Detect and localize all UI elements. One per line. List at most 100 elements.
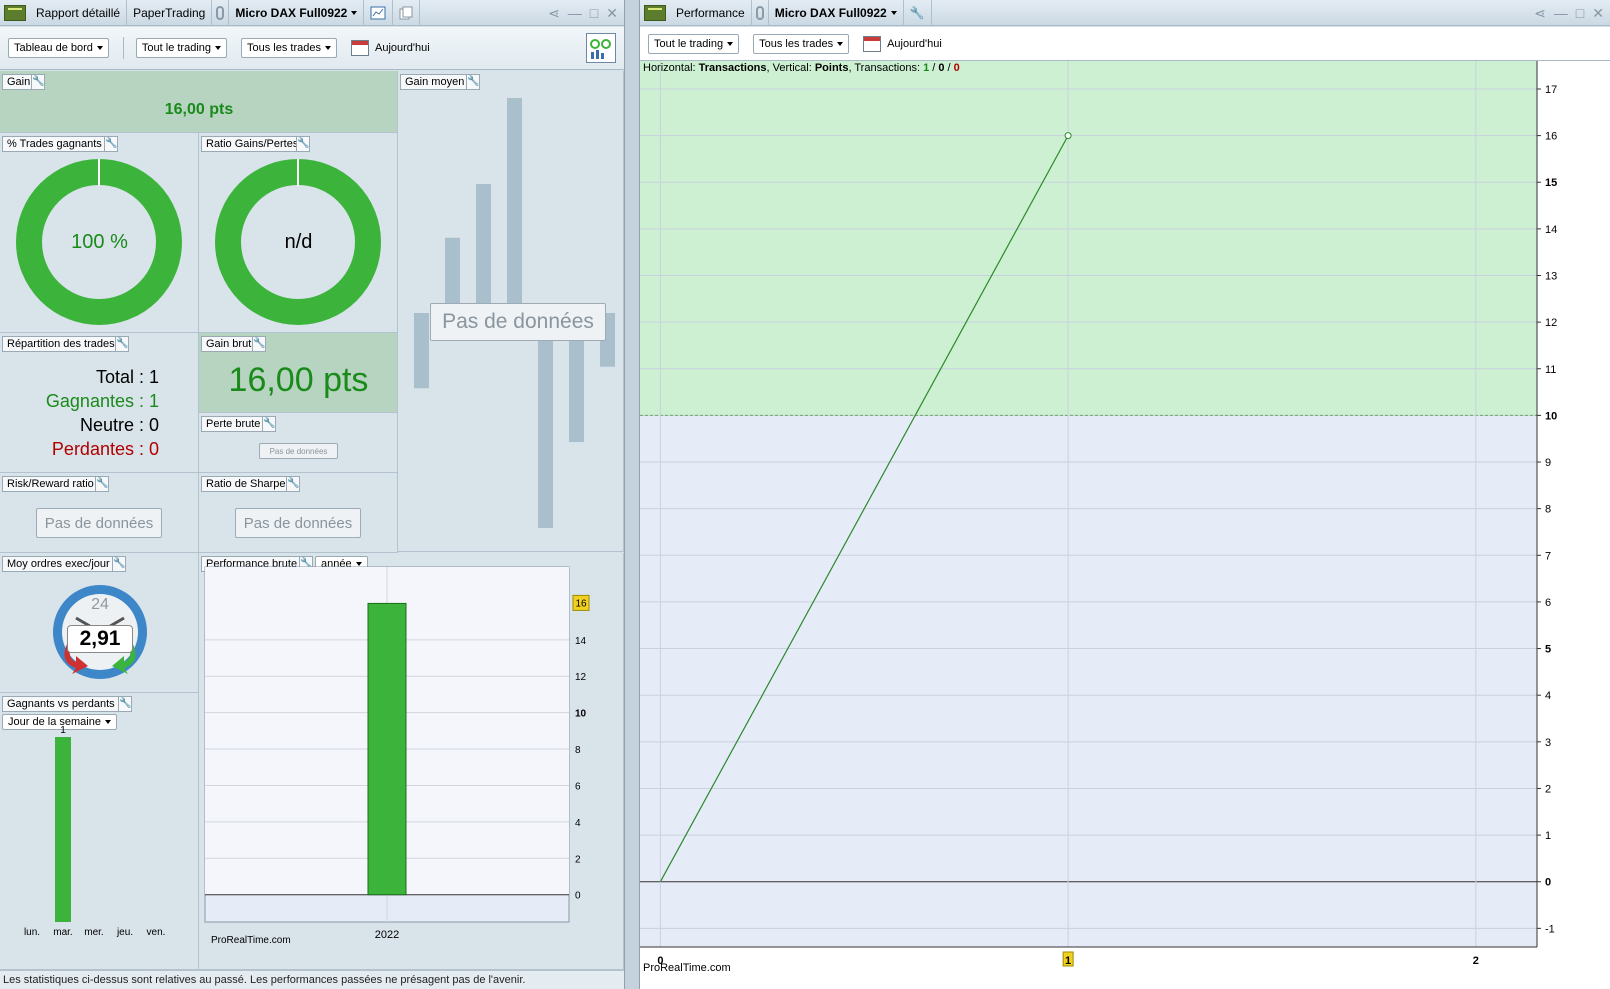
- repartition-panel: Répartition des trades 🔧 Total : 1 Gagna…: [0, 333, 199, 473]
- y-tick-label: 12: [575, 672, 587, 683]
- wrench-icon[interactable]: 🔧: [904, 0, 932, 26]
- data-point: [1064, 132, 1072, 140]
- wrench-icon[interactable]: 🔧: [95, 476, 109, 492]
- chevron-down-icon: [96, 46, 103, 50]
- performance-chart: -1012345678910111213141516170 1 2: [640, 61, 1557, 967]
- maximize-icon[interactable]: □: [1576, 5, 1584, 22]
- link-icon[interactable]: [212, 0, 230, 26]
- y-tick-label: 10: [575, 709, 587, 720]
- repartition-title: Répartition des trades: [2, 336, 120, 352]
- trades-dropdown[interactable]: Tous les trades: [241, 38, 337, 58]
- risk-reward-nodata: Pas de données: [36, 508, 162, 538]
- ratio-gp-panel: Ratio Gains/Pertes 🔧 n/d: [199, 133, 398, 333]
- wrench-icon[interactable]: 🔧: [31, 74, 45, 90]
- x-tick-label: 2: [1473, 955, 1479, 967]
- positive-zone: [640, 61, 1537, 416]
- sharpe-nodata: Pas de données: [235, 508, 361, 538]
- share-icon[interactable]: ⋖: [548, 5, 560, 22]
- performance-chart-area: -1 0 1 2 3 4 5 6 7 8 9 10 11 12 13 14 15 16 17 0 1 2 Horizont…: [640, 61, 1610, 989]
- status-bar: Les statistiques ci-dessus sont relative…: [0, 970, 624, 989]
- y-tick-label: 12: [1545, 317, 1557, 329]
- y-tick-label: 14: [1545, 224, 1557, 236]
- chevron-down-icon: [890, 10, 897, 15]
- dashboard-settings-icon[interactable]: [586, 33, 616, 63]
- y-tick-label: 7: [1545, 550, 1551, 562]
- y-tick-label: 11: [1545, 364, 1556, 376]
- sharpe-title: Ratio de Sharpe: [201, 476, 291, 492]
- wrench-icon[interactable]: 🔧: [286, 476, 300, 492]
- maximize-icon[interactable]: □: [590, 5, 598, 22]
- tab-performance[interactable]: Performance: [670, 0, 752, 26]
- trading-dropdown[interactable]: Tout le trading: [648, 33, 740, 54]
- right-toolbar: Tout le trading Tous les trades Aujourd'…: [640, 27, 1610, 61]
- tab-papertrading[interactable]: PaperTrading: [127, 0, 213, 26]
- y-tick-label: 0: [1545, 877, 1551, 889]
- chevron-down-icon: [351, 10, 358, 15]
- right-titlebar: Performance Micro DAX Full0922 🔧 ⋖ — □ ✕: [640, 0, 1610, 26]
- gain-brut-value: 16,00 pts: [228, 361, 369, 399]
- instrument-selector[interactable]: Micro DAX Full0922: [769, 0, 904, 26]
- instrument-selector[interactable]: Micro DAX Full0922: [229, 0, 365, 26]
- y-tick-label: 6: [575, 781, 581, 792]
- minimize-icon[interactable]: —: [1554, 5, 1568, 22]
- y-tick-label: 5: [1545, 644, 1551, 656]
- left-window-controls: ⋖ — □ ✕: [548, 5, 618, 22]
- pct-trades-panel: % Trades gagnants 🔧 100 %: [0, 133, 199, 333]
- chart-icon[interactable]: [364, 0, 394, 26]
- perte-brute-nodata: Pas de données: [259, 443, 338, 459]
- date-label[interactable]: Aujourd'hui: [375, 42, 430, 54]
- x-tick-label: mer.: [84, 927, 103, 938]
- risk-reward-panel: Risk/Reward ratio 🔧 Pas de données: [0, 473, 199, 553]
- gain-moyen-bar: [445, 237, 460, 313]
- wrench-icon[interactable]: 🔧: [252, 336, 266, 352]
- ratio-gp-title: Ratio Gains/Pertes: [201, 136, 304, 152]
- demo-logo-icon: [4, 4, 26, 21]
- minimize-icon[interactable]: —: [568, 5, 582, 22]
- dashboard-dropdown[interactable]: Tableau de bord: [8, 38, 109, 58]
- y-tick-label: 4: [1545, 690, 1551, 702]
- x-tick-label: 1: [1065, 955, 1071, 967]
- y-tick-label: 0: [575, 891, 581, 902]
- pct-trades-title: % Trades gagnants: [2, 136, 107, 152]
- perf-brute-watermark: ProRealTime.com: [211, 935, 291, 946]
- y-tick-label: 15: [1545, 177, 1557, 189]
- gain-panel: Gain 🔧 16,00 pts: [0, 71, 398, 133]
- close-icon[interactable]: ✕: [606, 5, 618, 22]
- gain-brut-panel: Gain brut 🔧 16,00 pts: [199, 333, 398, 413]
- wrench-icon[interactable]: 🔧: [104, 136, 118, 152]
- link-icon[interactable]: [752, 0, 769, 26]
- moy-ordres-value: 2,91: [67, 625, 133, 653]
- x-tick-label: ven.: [147, 927, 166, 938]
- copy-icon[interactable]: [393, 0, 421, 26]
- y-tick-label: 8: [1545, 504, 1551, 516]
- calendar-icon[interactable]: [351, 40, 369, 56]
- chevron-down-icon: [325, 46, 331, 50]
- perte-brute-panel: Perte brute 🔧 Pas de données: [199, 413, 398, 473]
- gain-brut-title: Gain brut: [201, 336, 257, 352]
- share-icon[interactable]: ⋖: [1534, 5, 1546, 22]
- bar: [55, 737, 71, 922]
- date-label[interactable]: Aujourd'hui: [887, 38, 942, 50]
- trading-dropdown[interactable]: Tout le trading: [135, 38, 228, 58]
- bar-label: 1: [60, 725, 66, 736]
- gain-moyen-bar: [414, 313, 429, 389]
- repartition-perdantes: Perdantes : 0: [51, 439, 159, 459]
- tab-rapport-detaille[interactable]: Rapport détaillé: [30, 0, 128, 26]
- y-tick-label: 13: [1545, 271, 1557, 283]
- wrench-icon[interactable]: 🔧: [296, 136, 310, 152]
- x-tick-label: mar.: [53, 927, 72, 938]
- wrench-icon[interactable]: 🔧: [262, 416, 276, 432]
- wrench-icon[interactable]: 🔧: [115, 336, 129, 352]
- right-window-controls: ⋖ — □ ✕: [1534, 5, 1604, 22]
- calendar-icon[interactable]: [863, 35, 882, 52]
- wrench-icon[interactable]: 🔧: [112, 556, 126, 572]
- perf-watermark: ProRealTime.com: [643, 962, 731, 974]
- moy-ordres-title: Moy ordres exec/jour: [2, 556, 115, 572]
- perf-brute-panel: Performance brute 🔧 année 0 2 4 6 8 10 12 14 202…: [199, 553, 624, 970]
- gain-moyen-bar: [507, 98, 522, 313]
- y-tick-label: 10: [1545, 410, 1557, 422]
- gain-moyen-bar: [538, 313, 553, 528]
- window-splitter[interactable]: [624, 0, 640, 989]
- close-icon[interactable]: ✕: [1592, 5, 1604, 22]
- trades-dropdown[interactable]: Tous les trades: [753, 33, 850, 54]
